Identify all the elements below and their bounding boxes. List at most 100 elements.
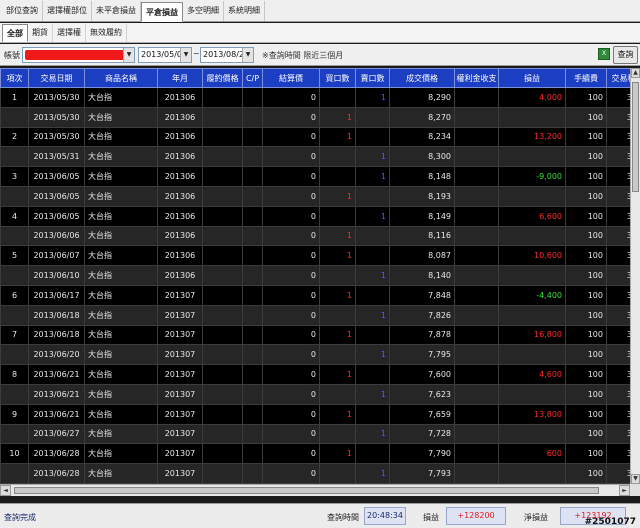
excel-export-icon[interactable]: X: [598, 48, 610, 60]
table-row[interactable]: 2013/06/18大台指201307 0 17,826 10031: [0, 304, 630, 326]
table-row[interactable]: 62013/06/17大台指201307 01 7,848 -4,40010031: [0, 284, 630, 306]
table-row[interactable]: 2013/06/05大台指201306 01 8,193 10033: [0, 185, 630, 207]
cell-fee: 100: [565, 126, 607, 148]
cell-premium: [454, 344, 499, 366]
column-header[interactable]: 結算價: [262, 68, 320, 88]
cell-row-index: [0, 463, 29, 484]
end-date-field[interactable]: 2013/08/24 ▼: [200, 47, 254, 63]
chevron-down-icon[interactable]: ▼: [242, 48, 253, 62]
cell-fee: 100: [565, 146, 607, 168]
subtab-options[interactable]: 選擇權: [53, 24, 86, 42]
table-row[interactable]: 42013/06/05大台指201306 0 18,149 6,60010033: [0, 205, 630, 227]
cell-fee: 100: [565, 185, 607, 207]
cell-buy-qty: 1: [319, 403, 356, 425]
table-row[interactable]: 2013/05/31大台指201306 0 18,300 10033: [0, 146, 630, 168]
account-select[interactable]: ▼: [22, 47, 135, 63]
top-tab-bar: 部位查詢 選擇權部位 未平倉損益 平倉損益 多空明細 系統明細: [0, 0, 640, 22]
cell-premium: [454, 383, 499, 405]
cell-contract-month: 201307: [157, 463, 203, 484]
table-row[interactable]: 102013/06/28大台指201307 01 7,790 60010031: [0, 443, 630, 465]
table-row[interactable]: 72013/06/18大台指201307 01 7,878 16,80010032: [0, 324, 630, 346]
cell-profit-loss: 4,000: [498, 87, 566, 108]
cell-call-put: [242, 87, 263, 108]
subtab-invalid-exercise[interactable]: 無效履約: [86, 24, 127, 42]
cell-contract-month: 201307: [157, 403, 203, 425]
cell-sell-qty: [355, 284, 390, 306]
tab-position-query[interactable]: 部位查詢: [2, 1, 43, 21]
table-row[interactable]: 2013/06/28大台指201307 0 17,793 10031: [0, 463, 630, 484]
chevron-down-icon[interactable]: ▼: [180, 48, 191, 62]
tab-closed-pl[interactable]: 平倉損益: [141, 2, 183, 22]
vertical-scroll-thumb[interactable]: [632, 82, 639, 192]
chevron-down-icon[interactable]: ▼: [123, 48, 134, 62]
cell-fee: 100: [565, 166, 607, 187]
cell-fee: 100: [565, 245, 607, 267]
column-header[interactable]: 成交價格: [389, 68, 455, 88]
cell-call-put: [242, 284, 263, 306]
column-header[interactable]: 手續費: [565, 68, 607, 88]
table-row[interactable]: 2013/06/20大台指201307 0 17,795 10031: [0, 344, 630, 366]
cell-settlement-price: 0: [262, 304, 320, 326]
cell-buy-qty: 1: [319, 324, 356, 346]
status-message: 查詢完成: [4, 513, 36, 522]
table-row[interactable]: 82013/06/21大台指201307 01 7,600 4,60010030: [0, 364, 630, 385]
cell-contract-month: 201306: [157, 146, 203, 168]
cell-fee: 100: [565, 304, 607, 326]
horizontal-scrollbar[interactable]: ◄ ►: [0, 484, 630, 496]
cell-call-put: [242, 225, 263, 247]
cell-premium: [454, 324, 499, 346]
table-row[interactable]: 12013/05/30大台指201306018,2904,00010033: [0, 87, 630, 108]
column-header[interactable]: 交易稅: [606, 68, 630, 88]
cell-fee: 100: [565, 265, 607, 286]
table-row[interactable]: 22013/05/30大台指201306 01 8,234 13,20010033: [0, 126, 630, 148]
query-button[interactable]: 查詢: [613, 46, 638, 64]
table-row[interactable]: 2013/06/10大台指201306 0 18,140 10033: [0, 265, 630, 286]
table-row[interactable]: 32013/06/05大台指201306 0 18,148 -9,00010033: [0, 166, 630, 187]
tab-long-short-detail[interactable]: 多空明細: [183, 1, 224, 21]
start-date-field[interactable]: 2013/05/01 ▼: [138, 47, 192, 63]
scroll-left-icon[interactable]: ◄: [0, 485, 11, 496]
cell-premium: [454, 284, 499, 306]
cell-profit-loss: [498, 383, 566, 405]
cell-sell-qty: 1: [355, 463, 390, 484]
subtab-futures[interactable]: 期貨: [28, 24, 53, 42]
table-row[interactable]: 2013/06/27大台指201307 0 17,728 10031: [0, 423, 630, 445]
cell-premium: [454, 166, 499, 187]
cell-fee: 100: [565, 344, 607, 366]
column-header[interactable]: 權利金收支: [454, 68, 499, 88]
tab-options-position[interactable]: 選擇權部位: [43, 1, 92, 21]
cell-profit-loss: -4,400: [498, 284, 566, 306]
table-row[interactable]: 2013/06/06大台指201306 01 8,116 10032: [0, 225, 630, 247]
vertical-scrollbar[interactable]: ▲ ▼: [630, 68, 640, 484]
scroll-up-icon[interactable]: ▲: [631, 68, 640, 78]
column-header[interactable]: 年月: [157, 68, 203, 88]
scroll-down-icon[interactable]: ▼: [631, 474, 640, 484]
column-header[interactable]: 交易日期: [28, 68, 85, 88]
horizontal-scroll-thumb[interactable]: [14, 487, 599, 494]
tab-system-detail[interactable]: 系統明細: [224, 1, 265, 21]
cell-trade-price: 8,116: [389, 225, 455, 247]
subtab-all[interactable]: 全部: [2, 24, 28, 42]
table-row[interactable]: 92013/06/21大台指201307 01 7,659 13,80010031: [0, 403, 630, 425]
cell-strike-price: [202, 205, 243, 227]
tab-open-pl[interactable]: 未平倉損益: [92, 1, 141, 21]
column-header[interactable]: 損益: [498, 68, 566, 88]
column-header[interactable]: 買口數: [319, 68, 356, 88]
column-header[interactable]: 項次: [0, 68, 29, 88]
column-header[interactable]: 賣口數: [355, 68, 390, 88]
cell-product-name: 大台指: [84, 443, 158, 465]
cell-call-put: [242, 324, 263, 346]
table-row[interactable]: 52013/06/07大台指201306 01 8,087 10,60010032: [0, 245, 630, 267]
scroll-right-icon[interactable]: ►: [619, 485, 630, 496]
cell-profit-loss: 16,800: [498, 324, 566, 346]
table-row[interactable]: 2013/05/30大台指201306 01 8,270 10033: [0, 106, 630, 128]
date-range-separator: ~: [193, 49, 200, 58]
column-header[interactable]: 商品名稱: [84, 68, 158, 88]
column-header[interactable]: C/P: [242, 68, 263, 88]
column-header[interactable]: 履約價格: [202, 68, 243, 88]
closed-pl-table: 項次 交易日期 商品名稱 年月 履約價格 C/P 結算價 買口數 賣口數 成交價格 權利金收支 損益手…: [0, 68, 630, 484]
cell-strike-price: [202, 364, 243, 385]
cell-call-put: [242, 126, 263, 148]
cell-strike-price: [202, 245, 243, 267]
table-row[interactable]: 2013/06/21大台指201307 0 17,623 10030: [0, 383, 630, 405]
